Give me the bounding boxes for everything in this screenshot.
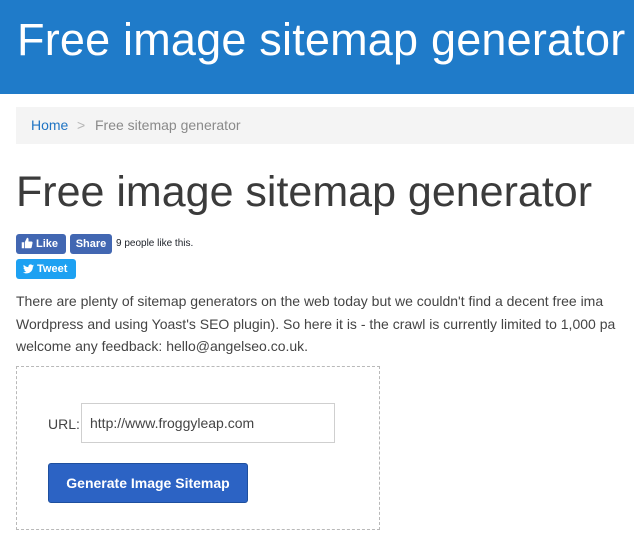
sitemap-form: URL: Generate Image Sitemap: [16, 366, 380, 530]
site-header: Free image sitemap generator: [0, 0, 634, 94]
facebook-share-button[interactable]: Share: [70, 234, 112, 254]
url-label: URL:: [48, 416, 80, 432]
tweet-button[interactable]: Tweet: [16, 259, 76, 279]
thumbs-up-icon: [21, 237, 33, 249]
facebook-share-label: Share: [75, 238, 107, 250]
like-count-text: 9 people like this.: [116, 238, 194, 249]
url-input[interactable]: [81, 403, 335, 443]
breadcrumb-separator: >: [77, 117, 86, 133]
page-title: Free image sitemap generator: [16, 168, 593, 216]
tweet-label: Tweet: [37, 263, 68, 275]
facebook-like-button[interactable]: Like: [16, 234, 66, 254]
generate-sitemap-button[interactable]: Generate Image Sitemap: [48, 463, 248, 503]
breadcrumb-current: Free sitemap generator: [95, 117, 241, 133]
twitter-bird-icon: [23, 264, 34, 274]
intro-paragraph: There are plenty of sitemap generators o…: [16, 290, 615, 358]
intro-line: welcome any feedback: hello@angelseo.co.…: [16, 338, 309, 354]
intro-line: There are plenty of sitemap generators o…: [16, 293, 604, 309]
facebook-like-label: Like: [36, 238, 59, 250]
breadcrumb-home-link[interactable]: Home: [31, 107, 68, 144]
breadcrumb: Home > Free sitemap generator: [16, 107, 634, 144]
intro-line: Wordpress and using Yoast's SEO plugin).…: [16, 315, 616, 332]
site-title: Free image sitemap generator: [17, 14, 626, 65]
